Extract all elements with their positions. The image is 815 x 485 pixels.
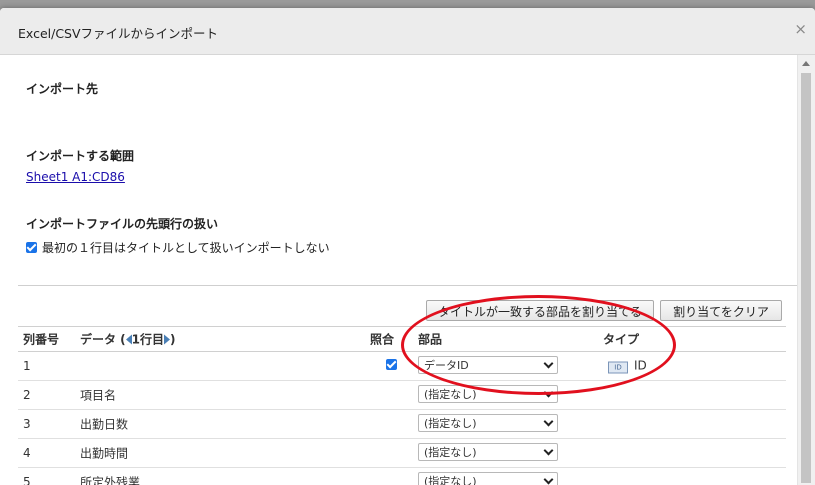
import-dialog: Excel/CSVファイルからインポート × インポート先 インポートする範囲 … xyxy=(0,8,815,485)
annotation-circle xyxy=(401,295,676,395)
row-data: 出勤時間 xyxy=(80,446,129,461)
part-select[interactable]: (指定なし) xyxy=(418,472,558,485)
data-header-label: データ ( xyxy=(80,332,126,347)
table-row: 5 所定外残業 (指定なし) xyxy=(18,468,786,485)
row-data: 所定外残業 xyxy=(80,475,141,485)
chevron-down-icon xyxy=(543,416,554,427)
import-range-title: インポートする範囲 xyxy=(26,149,135,163)
table-row: 3 出勤日数 (指定なし) xyxy=(18,410,786,439)
row-number: 2 xyxy=(23,388,31,402)
scroll-thumb[interactable] xyxy=(801,73,811,483)
header-row-checkbox-label: 最初の１行目はタイトルとして扱いインポートしない xyxy=(42,241,330,255)
match-header: 照合 xyxy=(370,332,395,347)
header-row-option[interactable]: 最初の１行目はタイトルとして扱いインポートしない xyxy=(26,239,330,256)
row-number: 5 xyxy=(23,475,31,485)
dialog-content: インポート先 インポートする範囲 Sheet1 A1:CD86 インポートファイ… xyxy=(0,55,798,485)
col-no-header: 列番号 xyxy=(23,332,60,347)
chevron-down-icon xyxy=(543,474,554,485)
part-select[interactable]: (指定なし) xyxy=(418,414,558,432)
dialog-titlebar: Excel/CSVファイルからインポート × xyxy=(0,8,815,55)
data-header: データ ( 1行目) xyxy=(80,331,176,348)
part-select-value: (指定なし) xyxy=(424,446,477,459)
header-row-checkbox[interactable] xyxy=(26,242,37,253)
scroll-up-icon[interactable] xyxy=(802,61,810,66)
part-select-value: (指定なし) xyxy=(424,388,477,401)
row-number: 1 xyxy=(23,359,31,373)
part-select-value: (指定なし) xyxy=(424,475,477,485)
import-destination-title: インポート先 xyxy=(26,82,99,96)
row-number: 3 xyxy=(23,417,31,431)
clear-assignment-button[interactable]: 割り当てをクリア xyxy=(660,300,782,321)
row-number: 4 xyxy=(23,446,31,460)
data-header-close: ) xyxy=(170,332,176,347)
row-data: 項目名 xyxy=(80,388,117,403)
table-row: 2 項目名 (指定なし) xyxy=(18,381,786,410)
close-icon[interactable]: × xyxy=(794,22,807,37)
divider xyxy=(18,285,798,286)
part-select-value: (指定なし) xyxy=(424,417,477,430)
import-range-link[interactable]: Sheet1 A1:CD86 xyxy=(26,170,125,184)
dialog-title: Excel/CSVファイルからインポート xyxy=(18,26,219,41)
chevron-down-icon xyxy=(543,445,554,456)
table-row: 4 出勤時間 (指定なし) xyxy=(18,439,786,468)
part-select[interactable]: (指定なし) xyxy=(418,443,558,461)
row-data: 出勤日数 xyxy=(80,417,129,432)
header-row-title: インポートファイルの先頭行の扱い xyxy=(26,217,219,231)
vertical-scrollbar[interactable] xyxy=(797,55,815,485)
match-checkbox[interactable] xyxy=(386,359,397,373)
row-indicator: 1行目 xyxy=(131,332,165,347)
